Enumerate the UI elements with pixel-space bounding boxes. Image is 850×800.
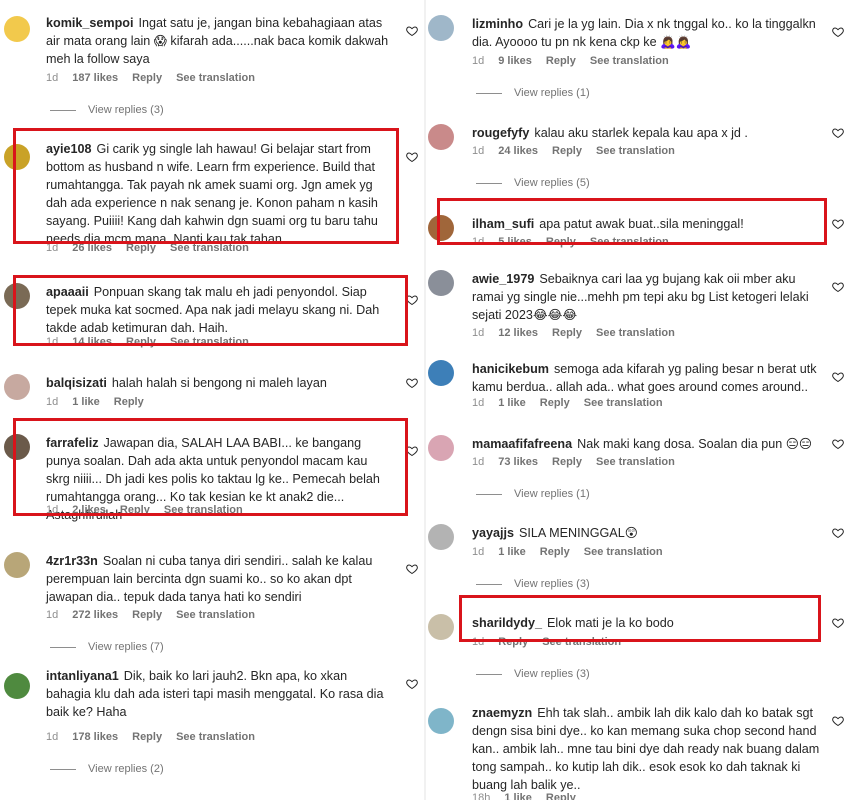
view-replies-label: View replies (2) xyxy=(88,763,164,775)
comment-item: intanliyana1 Dik, baik ko lari jauh2. Bkn… xyxy=(0,0,424,800)
likes-count[interactable]: 178 likes xyxy=(72,731,118,743)
highlight-box-ilham-sufi xyxy=(437,198,827,245)
see-translation-link[interactable]: See translation xyxy=(176,731,255,743)
highlight-box-ayie108 xyxy=(13,128,399,244)
avatar[interactable] xyxy=(428,708,454,734)
comment-time: 18h xyxy=(472,792,491,800)
reply-button[interactable]: Reply xyxy=(132,731,162,743)
left-comment-column: komik_sempoi Ingat satu je, jangan bina k… xyxy=(0,0,424,800)
comment-text-block: znaemyzn Ehh tak slah.. ambik lah dik kal… xyxy=(472,704,820,794)
comment-item: znaemyzn Ehh tak slah.. ambik lah dik kal… xyxy=(426,0,850,800)
likes-count[interactable]: 1 like xyxy=(504,792,532,800)
avatar[interactable] xyxy=(4,673,30,699)
comment-meta: 1d 178 likes Reply See translation xyxy=(46,731,269,743)
heart-icon[interactable] xyxy=(406,677,418,690)
comment-text-block: intanliyana1 Dik, baik ko lari jauh2. Bkn… xyxy=(46,667,394,721)
reply-button[interactable]: Reply xyxy=(546,792,576,800)
view-replies-button[interactable]: View replies (2) xyxy=(50,763,164,775)
heart-icon[interactable] xyxy=(832,714,844,727)
comment-time: 1d xyxy=(46,731,59,743)
highlight-box-farrafeliz xyxy=(13,418,408,516)
comment-username[interactable]: znaemyzn xyxy=(472,706,532,720)
highlight-box-sharildydy xyxy=(459,595,821,642)
replies-line xyxy=(50,768,76,770)
right-comment-column: lizminho Cari je la yg lain. Dia x nk tng… xyxy=(426,0,850,800)
comment-username[interactable]: intanliyana1 xyxy=(46,669,119,683)
highlight-box-apaaaii xyxy=(13,275,408,346)
comment-meta: 18h 1 like Reply xyxy=(472,792,590,800)
